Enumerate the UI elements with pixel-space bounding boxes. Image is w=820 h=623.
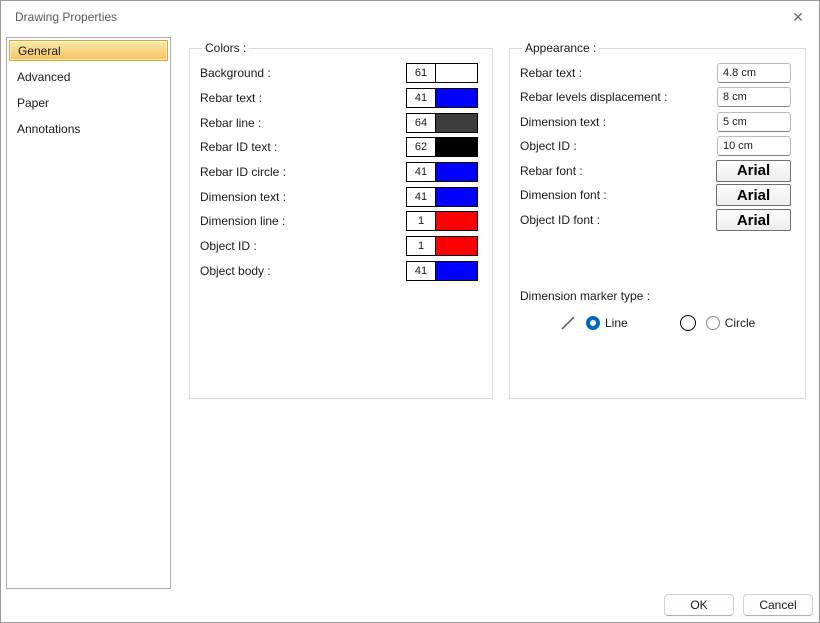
- sidebar-item-annotations[interactable]: Annotations: [9, 118, 168, 139]
- color-row-object-id: Object ID : 1: [200, 234, 478, 259]
- sidebar-item-label: Annotations: [17, 122, 80, 136]
- rebar-font-button[interactable]: Arial: [716, 160, 791, 182]
- color-number: 1: [407, 212, 436, 230]
- line-radio[interactable]: [586, 316, 600, 330]
- sidebar-item-label: Advanced: [17, 70, 70, 84]
- object-body-color-picker[interactable]: 41: [406, 261, 478, 281]
- color-row-label: Object ID :: [200, 239, 257, 253]
- color-row-label: Dimension text :: [200, 190, 286, 204]
- dimension-font-button[interactable]: Arial: [716, 184, 791, 206]
- dialog-footer: OK Cancel: [664, 594, 813, 616]
- rebar-levels-displacement-input[interactable]: [717, 87, 791, 107]
- circle-radio[interactable]: [706, 316, 720, 330]
- color-row-label: Rebar text :: [200, 91, 262, 105]
- rebar-text-color-picker[interactable]: 41: [406, 88, 478, 108]
- appearance-row-object-id: Object ID :: [520, 134, 791, 158]
- title-bar: Drawing Properties ✕: [1, 1, 819, 33]
- rebar-line-color-picker[interactable]: 64: [406, 113, 478, 133]
- appearance-row-label: Rebar levels displacement :: [520, 90, 667, 104]
- appearance-group: Appearance : Rebar text : Rebar levels d…: [509, 41, 806, 399]
- appearance-row-rebar-levels: Rebar levels displacement :: [520, 85, 791, 109]
- line-marker-icon: [560, 315, 576, 331]
- background-color-picker[interactable]: 61: [406, 63, 478, 83]
- color-row-background: Background : 61: [200, 61, 478, 86]
- line-radio-label: Line: [605, 316, 628, 330]
- color-row-dimension-text: Dimension text : 41: [200, 184, 478, 209]
- color-row-label: Rebar ID circle :: [200, 165, 286, 179]
- sidebar-item-label: General: [18, 44, 61, 58]
- color-row-label: Rebar line :: [200, 116, 261, 130]
- object-id-input[interactable]: [717, 136, 791, 156]
- color-row-dimension-line: Dimension line : 1: [200, 209, 478, 234]
- sidebar-item-paper[interactable]: Paper: [9, 92, 168, 113]
- color-number: 64: [407, 114, 436, 132]
- colors-group: Colors : Background : 61 Rebar text : 41…: [189, 41, 493, 399]
- appearance-row-label: Rebar text :: [520, 66, 582, 80]
- color-number: 41: [407, 188, 436, 206]
- color-number: 41: [407, 262, 436, 280]
- color-swatch: [436, 237, 477, 255]
- dimension-text-input[interactable]: [717, 112, 791, 132]
- color-number: 1: [407, 237, 436, 255]
- color-row-rebar-id-circle: Rebar ID circle : 41: [200, 160, 478, 185]
- color-swatch: [436, 262, 477, 280]
- appearance-row-dimension-text: Dimension text :: [520, 110, 791, 134]
- ok-button[interactable]: OK: [664, 594, 734, 616]
- font-row-object-id: Object ID font : Arial: [520, 208, 791, 233]
- dimension-line-color-picker[interactable]: 1: [406, 211, 478, 231]
- color-row-label: Dimension line :: [200, 214, 285, 228]
- sidebar-item-label: Paper: [17, 96, 49, 110]
- color-row-label: Rebar ID text :: [200, 140, 277, 154]
- font-row-label: Rebar font :: [520, 164, 583, 178]
- object-id-color-picker[interactable]: 1: [406, 236, 478, 256]
- font-row-dimension: Dimension font : Arial: [520, 183, 791, 208]
- appearance-row-label: Dimension text :: [520, 115, 606, 129]
- appearance-group-title: Appearance :: [522, 41, 599, 55]
- color-swatch: [436, 114, 477, 132]
- category-list: General Advanced Paper Annotations: [6, 37, 171, 589]
- color-row-rebar-text: Rebar text : 41: [200, 86, 478, 111]
- dimension-marker-options: Line Circle: [520, 315, 791, 331]
- rebar-id-circle-color-picker[interactable]: 41: [406, 162, 478, 182]
- color-swatch: [436, 188, 477, 206]
- font-row-label: Object ID font :: [520, 213, 600, 227]
- appearance-row-rebar-text: Rebar text :: [520, 61, 791, 85]
- circle-radio-label: Circle: [725, 316, 756, 330]
- color-swatch: [436, 64, 477, 82]
- window-title: Drawing Properties: [15, 10, 117, 24]
- color-number: 61: [407, 64, 436, 82]
- color-row-rebar-line: Rebar line : 64: [200, 110, 478, 135]
- dimension-text-color-picker[interactable]: 41: [406, 187, 478, 207]
- color-row-object-body: Object body : 41: [200, 259, 478, 284]
- rebar-text-input[interactable]: [717, 63, 791, 83]
- color-row-label: Background :: [200, 66, 271, 80]
- color-number: 41: [407, 163, 436, 181]
- color-row-rebar-id-text: Rebar ID text : 62: [200, 135, 478, 160]
- color-swatch: [436, 138, 477, 156]
- rebar-id-text-color-picker[interactable]: 62: [406, 137, 478, 157]
- colors-group-title: Colors :: [202, 41, 249, 55]
- close-icon[interactable]: ✕: [787, 7, 809, 27]
- circle-marker-icon: [680, 315, 696, 331]
- color-swatch: [436, 212, 477, 230]
- color-number: 62: [407, 138, 436, 156]
- color-row-label: Object body :: [200, 264, 271, 278]
- color-swatch: [436, 89, 477, 107]
- color-swatch: [436, 163, 477, 181]
- cancel-button[interactable]: Cancel: [743, 594, 813, 616]
- object-id-font-button[interactable]: Arial: [716, 209, 791, 231]
- appearance-row-label: Object ID :: [520, 139, 577, 153]
- color-number: 41: [407, 89, 436, 107]
- dimension-marker-type-label: Dimension marker type :: [520, 289, 791, 303]
- font-row-label: Dimension font :: [520, 188, 607, 202]
- drawing-properties-dialog: { "window": { "title": "Drawing Properti…: [0, 0, 820, 623]
- font-row-rebar: Rebar font : Arial: [520, 158, 791, 183]
- sidebar-item-general[interactable]: General: [9, 40, 168, 61]
- sidebar-item-advanced[interactable]: Advanced: [9, 66, 168, 87]
